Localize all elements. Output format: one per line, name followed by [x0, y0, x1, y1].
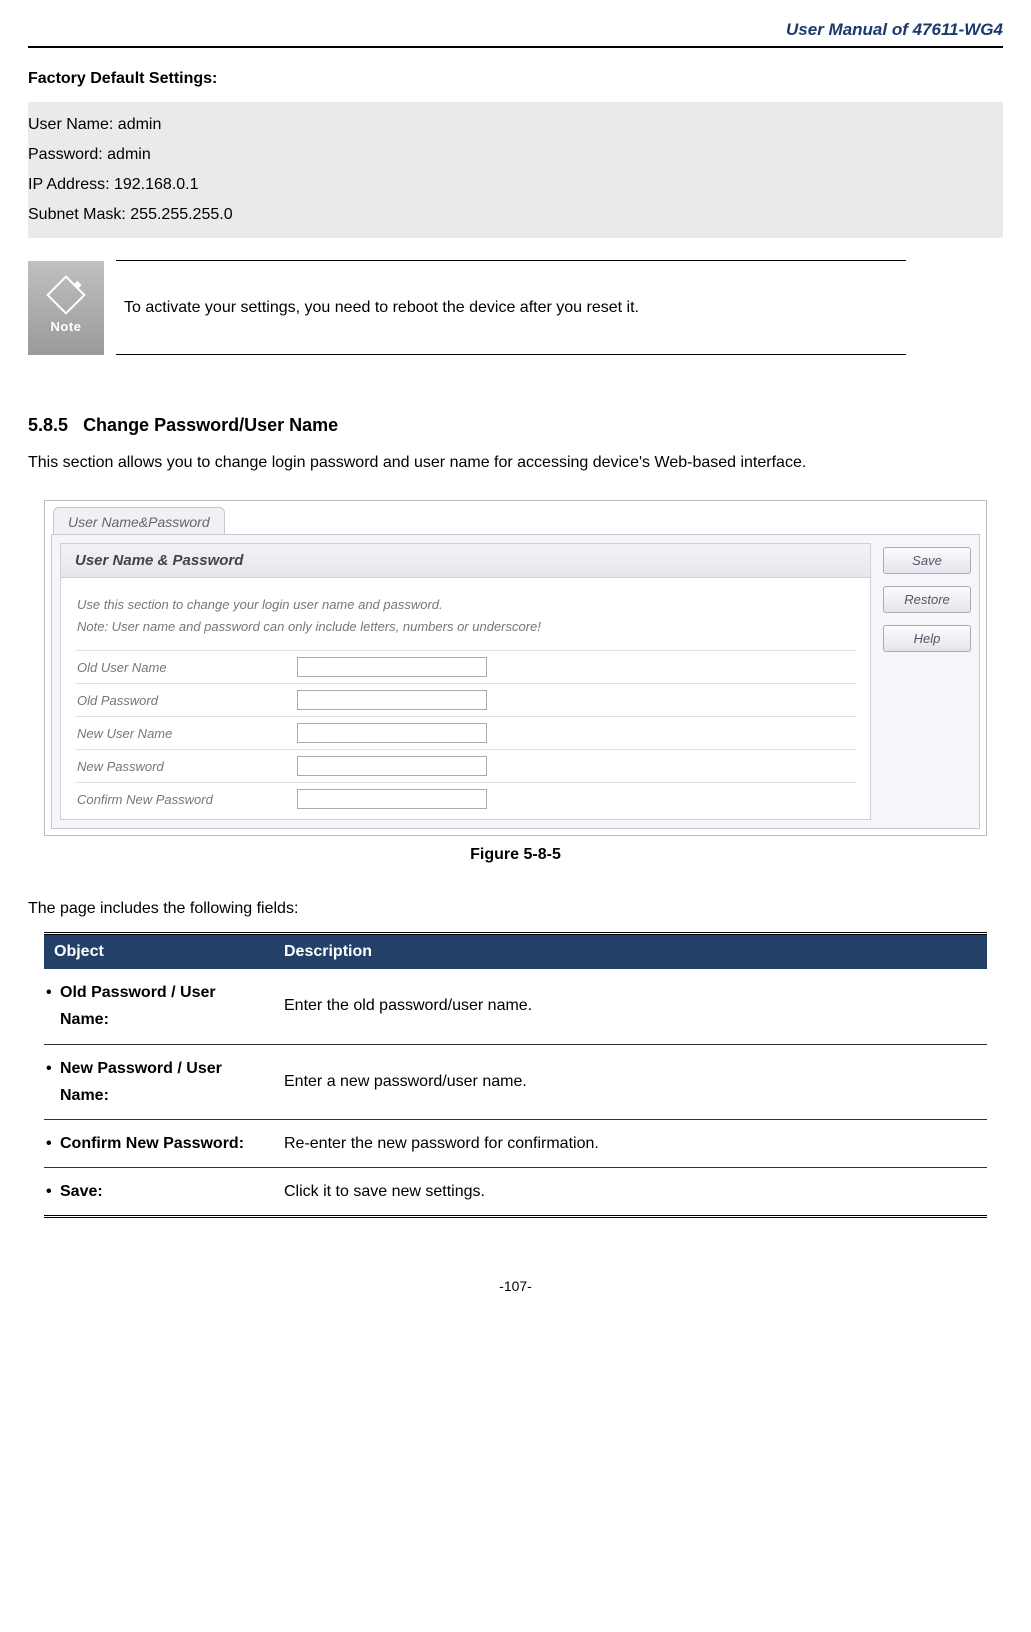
old-user-name-input[interactable]	[297, 657, 487, 677]
default-row: IP Address: 192.168.0.1	[28, 170, 999, 200]
subsection-desc: This section allows you to change login …	[28, 454, 1003, 472]
note-icon: Note	[28, 261, 104, 355]
label-old-password: Old Password	[77, 693, 297, 708]
factory-defaults-box: User Name: admin Password: admin IP Addr…	[28, 102, 1003, 238]
obj-label: Old Password / User Name:	[60, 984, 216, 1028]
restore-button[interactable]: Restore	[883, 586, 971, 613]
default-row: User Name: admin	[28, 110, 999, 140]
panel-instructions: Use this section to change your login us…	[75, 588, 856, 650]
new-user-name-input[interactable]	[297, 723, 487, 743]
table-row: •Save: Click it to save new settings.	[44, 1168, 987, 1217]
obj-label: New Password / User Name:	[60, 1060, 222, 1104]
label-old-user-name: Old User Name	[77, 660, 297, 675]
obj-label: Save:	[60, 1183, 103, 1200]
label-confirm-new-password: Confirm New Password	[77, 792, 297, 807]
pencil-icon	[46, 275, 86, 315]
th-description: Description	[274, 934, 987, 970]
obj-desc: Enter a new password/user name.	[274, 1044, 987, 1119]
subsection-number: 5.8.5	[28, 415, 68, 435]
page-header-title: User Manual of 47611-WG4	[28, 20, 1003, 46]
fields-intro: The page includes the following fields:	[28, 900, 1003, 918]
table-row: •Confirm New Password: Re-enter the new …	[44, 1119, 987, 1167]
subsection-title: 5.8.5 Change Password/User Name	[28, 415, 1003, 436]
note-text: To activate your settings, you need to r…	[116, 261, 906, 355]
help-button[interactable]: Help	[883, 625, 971, 652]
page-number-footer: -107-	[28, 1278, 1003, 1294]
th-object: Object	[44, 934, 274, 970]
save-button[interactable]: Save	[883, 547, 971, 574]
subsection-name: Change Password/User Name	[83, 415, 338, 435]
old-password-input[interactable]	[297, 690, 487, 710]
tab-username-password[interactable]: User Name&Password	[53, 507, 225, 534]
default-row: Password: admin	[28, 140, 999, 170]
factory-defaults-heading: Factory Default Settings:	[28, 70, 1003, 88]
confirm-new-password-input[interactable]	[297, 789, 487, 809]
table-row: •New Password / User Name: Enter a new p…	[44, 1044, 987, 1119]
header-rule	[28, 46, 1003, 48]
sidebar-buttons: Save Restore Help	[871, 543, 971, 820]
table-row: •Old Password / User Name: Enter the old…	[44, 969, 987, 1044]
obj-label: Confirm New Password:	[60, 1135, 244, 1152]
note-block: Note To activate your settings, you need…	[28, 260, 906, 355]
label-new-password: New Password	[77, 759, 297, 774]
embedded-screenshot: User Name&Password User Name & Password …	[44, 500, 987, 836]
default-row: Subnet Mask: 255.255.255.0	[28, 200, 999, 230]
obj-desc: Re-enter the new password for confirmati…	[274, 1119, 987, 1167]
panel-title: User Name & Password	[61, 544, 870, 578]
obj-desc: Enter the old password/user name.	[274, 969, 987, 1044]
label-new-user-name: New User Name	[77, 726, 297, 741]
panel-username-password: User Name & Password Use this section to…	[60, 543, 871, 820]
figure-caption: Figure 5-8-5	[28, 846, 1003, 864]
obj-desc: Click it to save new settings.	[274, 1168, 987, 1217]
new-password-input[interactable]	[297, 756, 487, 776]
note-icon-label: Note	[51, 319, 82, 334]
fields-table: Object Description •Old Password / User …	[44, 932, 987, 1218]
